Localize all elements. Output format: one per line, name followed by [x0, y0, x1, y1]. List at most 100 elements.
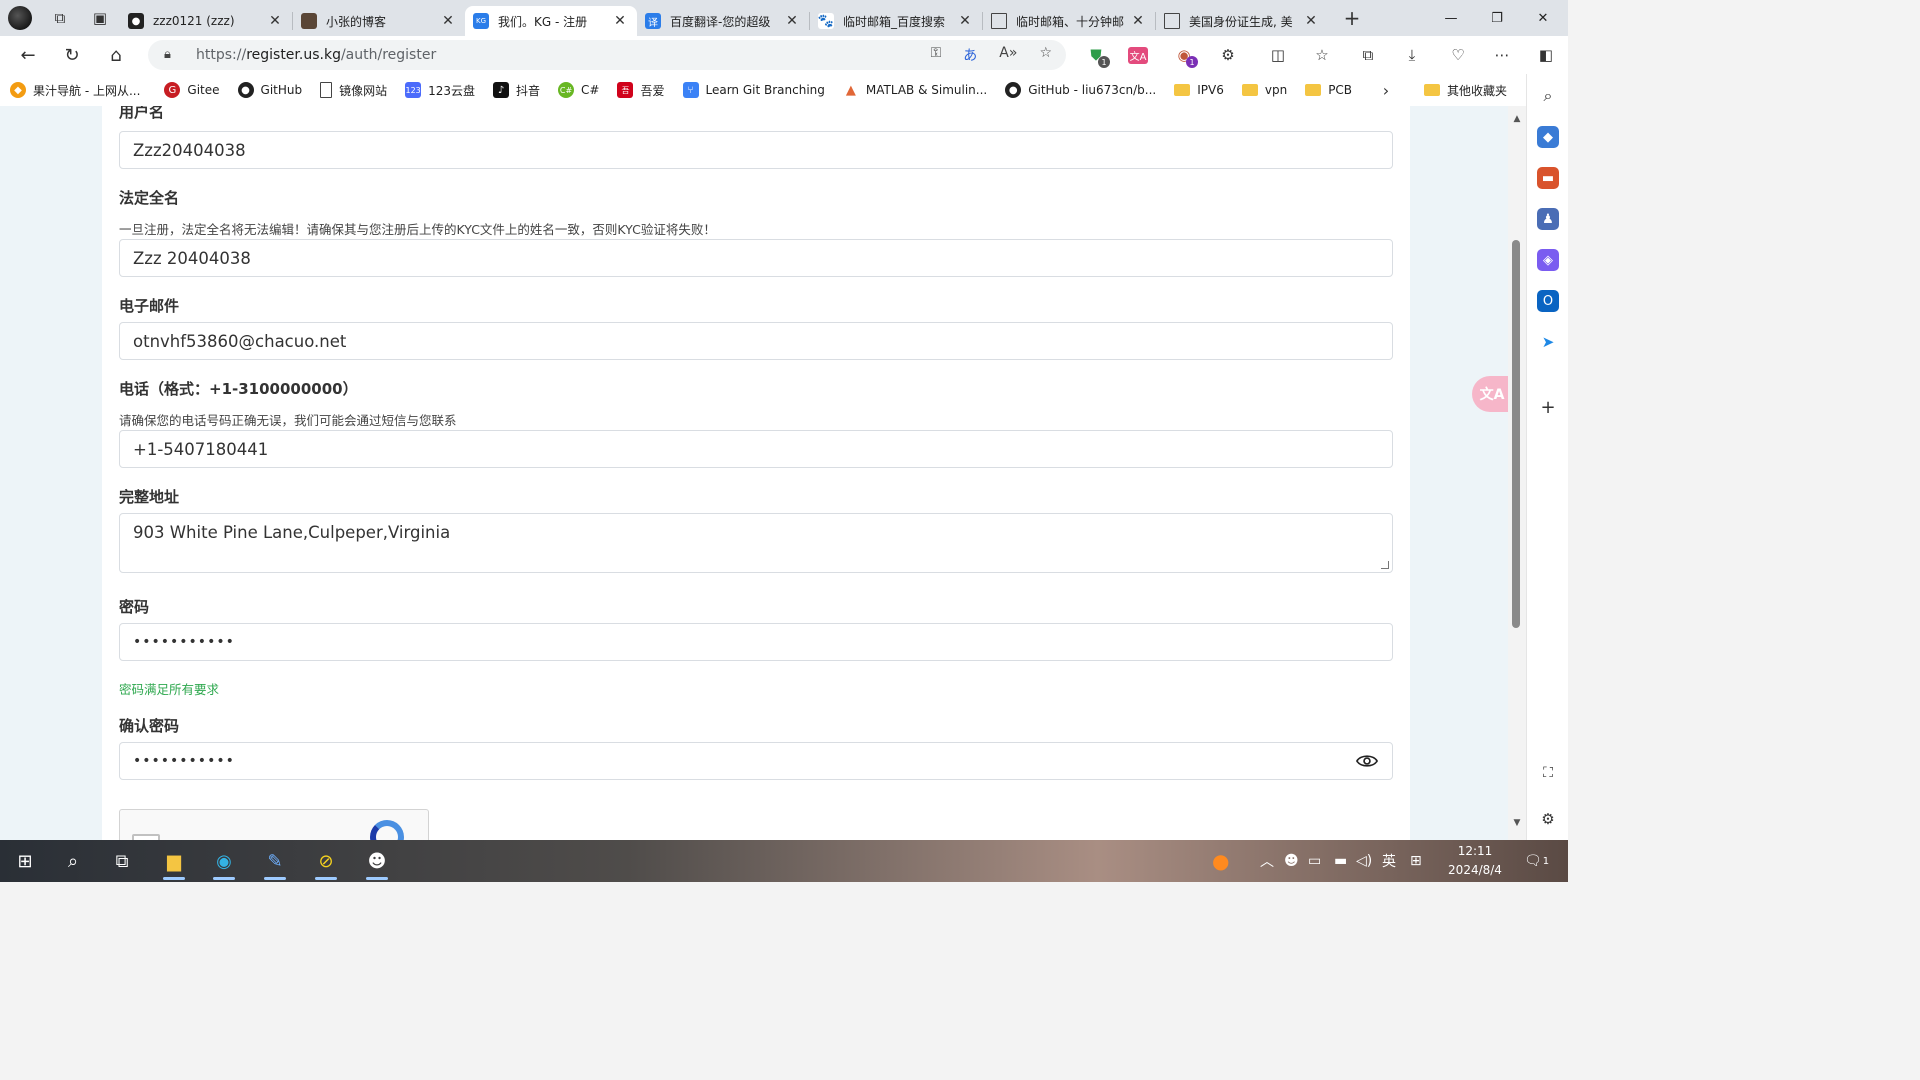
address-bar[interactable]: 🔒︎ https://register.us.kg/auth/register …: [148, 40, 1066, 70]
qq-tray-icon[interactable]: ☻: [1284, 840, 1299, 882]
tab-blog[interactable]: 小张的博客 ✕: [293, 6, 465, 36]
email-input[interactable]: otnvhf53860@chacuo.net: [119, 322, 1393, 360]
bookmark-mirror-site[interactable]: 镜像网站: [320, 82, 387, 99]
send-icon[interactable]: ➤: [1537, 331, 1559, 353]
bookmark-folder-ipv6[interactable]: IPV6: [1174, 83, 1224, 97]
bookmark-github-liu673cn[interactable]: ● GitHub - liu673cn/b...: [1005, 82, 1156, 98]
games-icon[interactable]: ♟: [1537, 208, 1559, 230]
floating-translate-button[interactable]: 文A: [1472, 376, 1512, 412]
add-icon[interactable]: +: [1537, 396, 1559, 418]
favorites-icon[interactable]: ☆: [1302, 36, 1342, 74]
address-textarea[interactable]: 903 White Pine Lane,Culpeper,Virginia: [119, 513, 1393, 573]
shopping-tag-icon[interactable]: ◆: [1537, 126, 1559, 148]
scrollbar-thumb[interactable]: [1512, 240, 1520, 628]
tab-us-id-generator[interactable]: 美国身份证生成, 美 ✕: [1156, 6, 1328, 36]
sidebar-toggle-icon[interactable]: ◧: [1526, 36, 1566, 74]
bookmark-learn-git-branching[interactable]: ⑂ Learn Git Branching: [682, 82, 825, 98]
chevron-right-icon[interactable]: ›: [1376, 74, 1396, 106]
tools-icon[interactable]: ▬: [1537, 167, 1559, 189]
notes-app-icon[interactable]: ⊘: [309, 844, 343, 880]
profile-avatar[interactable]: [8, 6, 32, 30]
performance-icon[interactable]: ♡: [1438, 36, 1478, 74]
chevron-up-icon[interactable]: ︿: [1260, 840, 1274, 882]
settings-gear-icon[interactable]: ⚙: [1537, 808, 1559, 830]
workspaces-icon[interactable]: ⧉: [40, 0, 80, 36]
bookmark-douyin[interactable]: ♪ 抖音: [493, 82, 540, 99]
key-icon[interactable]: ⚿: [931, 45, 942, 65]
more-menu-icon[interactable]: ⋯: [1482, 36, 1522, 74]
close-tab-icon[interactable]: ✕: [783, 13, 801, 29]
close-tab-icon[interactable]: ✕: [439, 13, 457, 29]
battery-icon[interactable]: ▬: [1334, 840, 1347, 882]
tab-baidu-search[interactable]: 🐾 临时邮箱_百度搜索 ✕: [810, 6, 982, 36]
password-input[interactable]: •••••••••••: [119, 623, 1393, 661]
edge-browser-icon[interactable]: ◉: [207, 844, 241, 880]
bookmark-folder-pcb[interactable]: PCB: [1305, 83, 1352, 97]
copilot-icon[interactable]: ◈: [1537, 249, 1559, 271]
username-input[interactable]: Zzz20404038: [119, 131, 1393, 169]
restore-button[interactable]: ❐: [1474, 0, 1520, 36]
cookie-extension-icon[interactable]: ◉ 1: [1164, 36, 1204, 74]
bookmark-other-favorites[interactable]: 其他收藏夹: [1424, 74, 1507, 106]
phone-input[interactable]: +1-5407180441: [119, 430, 1393, 468]
file-explorer-icon[interactable]: ▆: [157, 844, 191, 880]
search-icon[interactable]: ⌕: [56, 844, 90, 878]
collections-icon[interactable]: ⧉: [1348, 36, 1388, 74]
read-aloud-icon[interactable]: A»: [999, 45, 1017, 65]
shield-extension-icon[interactable]: ⛊ 1: [1076, 36, 1116, 74]
split-screen-icon[interactable]: ◫: [1258, 36, 1298, 74]
home-button[interactable]: ⌂: [94, 36, 138, 74]
notification-center-icon[interactable]: 🗨︎ 1: [1524, 840, 1549, 882]
tab-register[interactable]: KG 我们。KG - 注册 ✕: [465, 6, 637, 36]
scroll-up-arrow-icon[interactable]: ▲: [1512, 114, 1522, 124]
refresh-button[interactable]: ↻: [50, 36, 94, 74]
bookmark-juice-nav[interactable]: ◆ 果汁导航 - 上网从...: [10, 82, 140, 99]
translate-extension-icon[interactable]: 文A: [1118, 36, 1158, 74]
bookmark-gitee[interactable]: G Gitee: [164, 82, 220, 98]
tab-github[interactable]: ● zzz0121 (zzz) ✕: [120, 6, 292, 36]
volume-icon[interactable]: ◁): [1356, 840, 1372, 882]
close-tab-icon[interactable]: ✕: [266, 13, 284, 29]
page-scrollbar[interactable]: ▲ ▼: [1508, 106, 1526, 840]
tray-notification-app-icon[interactable]: ●: [1212, 840, 1229, 882]
bookmark-52pojie[interactable]: 吾吾爱: [617, 82, 665, 99]
close-window-button[interactable]: ✕: [1520, 0, 1566, 36]
screenshot-icon[interactable]: ⛶: [1537, 762, 1559, 784]
painter-app-icon[interactable]: ✎: [258, 844, 292, 880]
translate-icon[interactable]: あ: [963, 45, 977, 65]
ime-mode-icon[interactable]: ⊞: [1410, 840, 1422, 882]
favorite-star-icon[interactable]: ☆: [1039, 45, 1052, 65]
eye-icon[interactable]: [1356, 752, 1378, 770]
outlook-icon[interactable]: O: [1537, 290, 1559, 312]
legal-name-input[interactable]: Zzz 20404038: [119, 239, 1393, 277]
extensions-puzzle-icon[interactable]: ⚙: [1208, 36, 1248, 74]
tab-title: 临时邮箱_百度搜索: [843, 14, 946, 29]
bookmark-csharp[interactable]: C# C#: [558, 82, 599, 98]
task-view-icon[interactable]: ⧉: [105, 844, 139, 878]
back-button[interactable]: ←: [6, 36, 50, 74]
windows-start-icon[interactable]: ⊞: [8, 844, 42, 878]
tab-baidu-translate[interactable]: 译 百度翻译-您的超级 ✕: [637, 6, 809, 36]
search-icon[interactable]: ⌕: [1537, 85, 1559, 107]
tab-actions-icon[interactable]: ▣: [80, 0, 120, 36]
downloads-icon[interactable]: ⤓: [1392, 36, 1432, 74]
minimize-button[interactable]: —: [1428, 0, 1474, 36]
ime-language[interactable]: 英: [1382, 840, 1396, 882]
scroll-down-arrow-icon[interactable]: ▼: [1512, 818, 1522, 828]
bookmark-folder-vpn[interactable]: vpn: [1241, 83, 1287, 97]
bookmark-github[interactable]: ● GitHub: [237, 82, 302, 98]
bookmark-123pan[interactable]: 123 123云盘: [405, 82, 475, 99]
close-tab-icon[interactable]: ✕: [956, 13, 974, 29]
lock-icon[interactable]: 🔒︎: [164, 47, 171, 62]
close-tab-icon[interactable]: ✕: [1129, 13, 1147, 29]
confirm-password-input[interactable]: •••••••••••: [119, 742, 1393, 780]
taskbar-clock[interactable]: 12:11 2024/8/4: [1440, 842, 1510, 880]
new-tab-button[interactable]: +: [1334, 6, 1370, 30]
qq-icon[interactable]: ☻: [360, 844, 394, 880]
tab-temp-mail[interactable]: 临时邮箱、十分钟邮 ✕: [983, 6, 1155, 36]
network-icon[interactable]: ▭: [1308, 840, 1321, 882]
close-tab-icon[interactable]: ✕: [611, 13, 629, 29]
bookmark-matlab[interactable]: ▲ MATLAB & Simulin...: [842, 82, 987, 98]
close-tab-icon[interactable]: ✕: [1302, 13, 1320, 29]
resize-handle-icon[interactable]: [1381, 561, 1389, 569]
